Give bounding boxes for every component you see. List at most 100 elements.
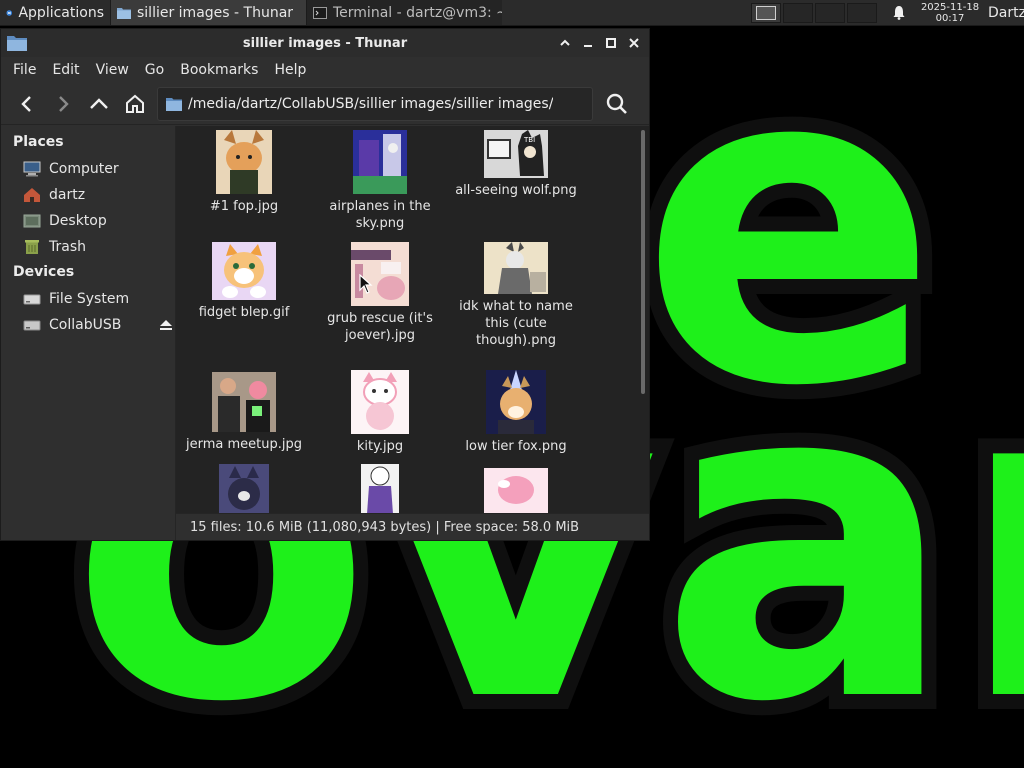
file-name: all-seeing wolf.png (455, 183, 577, 198)
trash-icon (25, 240, 39, 254)
file-name: grub rescue (it's joever).jpg (327, 311, 433, 343)
applications-menu-button[interactable]: Applications (0, 0, 110, 25)
file-item[interactable] (176, 464, 312, 518)
file-item[interactable]: low tier fox.png (448, 370, 584, 455)
search-icon (606, 93, 627, 114)
sidebar-item-label: CollabUSB (49, 317, 122, 333)
clock-time: 00:17 (935, 12, 965, 24)
workspace-4[interactable] (847, 2, 877, 23)
sidebar-item-file-system[interactable]: File System (1, 286, 175, 312)
top-panel: Applications sillier images - Thunar Ter… (0, 0, 1024, 26)
image-thumbnail (353, 130, 407, 194)
image-thumbnail (212, 372, 276, 432)
folder-icon (166, 97, 182, 111)
chevron-up-icon (559, 39, 570, 46)
image-thumbnail (212, 242, 276, 300)
usb-drive-icon (23, 320, 41, 331)
image-thumbnail (486, 370, 546, 434)
taskbar-item-terminal[interactable]: Terminal - dartz@vm3: ~ (306, 0, 502, 25)
menu-go[interactable]: Go (137, 62, 172, 78)
computer-icon (23, 161, 41, 177)
maximize-button[interactable] (601, 33, 620, 52)
workspace-2[interactable] (783, 2, 813, 23)
workspace-3[interactable] (815, 2, 845, 23)
sidebar-item-collabusb[interactable]: CollabUSB (1, 312, 175, 338)
notifications-button[interactable] (882, 0, 916, 25)
file-item[interactable]: fidget blep.gif (176, 242, 312, 321)
file-item[interactable]: airplanes in the sky.png (312, 130, 448, 232)
sidebar-item-computer[interactable]: Computer (1, 156, 175, 182)
image-thumbnail (216, 130, 272, 194)
sidebar-item-desktop[interactable]: Desktop (1, 208, 175, 234)
menu-view[interactable]: View (88, 62, 137, 78)
window-preview-icon (756, 5, 776, 20)
menu-bookmarks[interactable]: Bookmarks (172, 62, 266, 78)
menu-help[interactable]: Help (266, 62, 314, 78)
file-item[interactable] (312, 464, 448, 518)
close-icon (628, 37, 639, 48)
sidebar-item-label: dartz (49, 187, 86, 203)
close-button[interactable] (624, 33, 643, 52)
devices-header: Devices (13, 264, 75, 280)
clock[interactable]: 2025-11-18 00:17 (916, 0, 984, 25)
file-item[interactable]: TBI all-seeing wolf.png (448, 130, 584, 199)
arrow-right-icon (59, 95, 69, 112)
window-titlebar[interactable]: sillier images - Thunar (1, 29, 649, 57)
file-item[interactable]: #1 fop.jpg (176, 130, 312, 215)
arrow-up-icon (90, 97, 108, 109)
maximize-icon (605, 37, 616, 48)
file-name: kity.jpg (356, 439, 404, 454)
image-thumbnail (484, 468, 548, 514)
file-name: #1 fop.jpg (209, 199, 279, 214)
file-item[interactable]: grub rescue (it's joever).jpg (312, 242, 448, 344)
sidebar-item-label: Desktop (49, 213, 107, 229)
minimize-icon (583, 44, 592, 47)
taskbar-item-label: sillier images - Thunar (137, 4, 294, 21)
file-item[interactable]: jerma meetup.jpg (176, 372, 312, 453)
image-thumbnail (219, 464, 269, 514)
menu-edit[interactable]: Edit (44, 62, 87, 78)
file-name: idk what to name this (cute though).png (459, 299, 573, 348)
sidebar-item-dartz[interactable]: dartz (1, 182, 175, 208)
shade-button[interactable] (555, 33, 574, 52)
user-name: Dartz (988, 4, 1024, 21)
eject-icon[interactable] (159, 318, 173, 332)
forward-button[interactable] (45, 86, 81, 122)
location-bar[interactable]: /media/dartz/CollabUSB/sillier images/si… (157, 86, 593, 121)
xfce-logo-icon (6, 9, 13, 16)
back-button[interactable] (9, 86, 45, 122)
file-item[interactable] (448, 468, 584, 518)
workspace-switcher[interactable] (746, 0, 882, 25)
home-icon (126, 94, 144, 113)
status-text: 15 files: 10.6 MiB (11,080,943 bytes) | … (190, 519, 580, 535)
thunar-window: sillier images - Thunar File Edit View G… (0, 28, 650, 541)
image-thumbnail (361, 464, 399, 514)
file-item[interactable]: kity.jpg (312, 370, 448, 455)
search-button[interactable] (599, 86, 635, 122)
arrow-left-icon (21, 95, 31, 112)
folder-icon (117, 7, 131, 19)
taskbar-item-label: Terminal - dartz@vm3: ~ (333, 4, 502, 21)
image-thumbnail: TBI (484, 130, 548, 178)
file-icon-view[interactable]: #1 fop.jpg airplanes in the sky.png TBI … (176, 126, 649, 540)
file-name: jerma meetup.jpg (186, 437, 302, 452)
menu-file[interactable]: File (5, 62, 44, 78)
location-path: /media/dartz/CollabUSB/sillier images/si… (188, 95, 554, 112)
taskbar-item-thunar[interactable]: sillier images - Thunar (110, 0, 306, 25)
user-menu-button[interactable]: Dartz (984, 0, 1024, 25)
terminal-icon (313, 6, 327, 19)
places-header: Places (13, 134, 64, 150)
parent-folder-button[interactable] (81, 86, 117, 122)
workspace-1[interactable] (751, 2, 781, 23)
vertical-scrollbar[interactable] (641, 130, 645, 394)
svg-text:TBI: TBI (523, 136, 535, 144)
home-button[interactable] (117, 86, 153, 122)
file-item[interactable]: idk what to name this (cute though).png (448, 242, 584, 349)
minimize-button[interactable] (578, 33, 597, 52)
file-name: fidget blep.gif (198, 305, 290, 320)
sidebar-item-trash[interactable]: Trash (1, 234, 175, 260)
clock-date: 2025-11-18 (920, 1, 980, 13)
bell-icon (893, 6, 905, 20)
file-name: low tier fox.png (465, 439, 567, 454)
applications-menu-label: Applications (18, 4, 104, 21)
